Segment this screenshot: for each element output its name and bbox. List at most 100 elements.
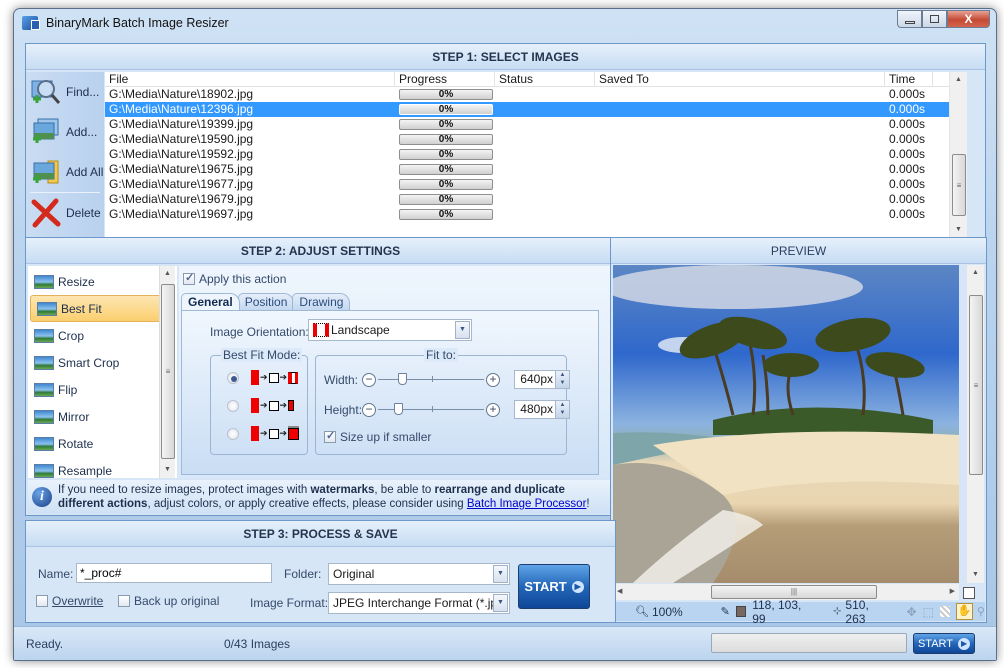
file-row[interactable]: G:\Media\Nature\18902.jpg 0% 0.000s (105, 87, 967, 102)
hand-tool-icon[interactable]: ✋ (956, 603, 973, 620)
format-select[interactable]: JPEG Interchange Format (*.jpg, ▼ (328, 592, 510, 614)
status-cell (495, 117, 595, 132)
action-item-flip[interactable]: Flip (28, 376, 177, 403)
fit-shrink-icon: ➔ ➔ (251, 398, 295, 413)
action-item-resize[interactable]: Resize (28, 268, 177, 295)
select-icon[interactable]: ⬚ (923, 605, 934, 619)
column-header-time[interactable]: Time (885, 72, 933, 86)
chevron-down-icon[interactable]: ▼ (493, 565, 508, 583)
action-item-best-fit[interactable]: Best Fit (30, 295, 175, 322)
scroll-thumb[interactable]: ≡ (952, 154, 966, 216)
statusbar-start-button[interactable]: START ▶ (913, 633, 975, 654)
action-list-scrollbar[interactable]: ▲ ≡ ▼ (159, 266, 175, 478)
action-item-rotate[interactable]: Rotate (28, 430, 177, 457)
folder-select[interactable]: Original ▼ (328, 563, 510, 585)
tab-position[interactable]: Position (237, 293, 295, 310)
width-input[interactable]: 640px ▲ ▼ (514, 370, 570, 389)
file-row[interactable]: G:\Media\Nature\12396.jpg 0% 0.000s (105, 102, 967, 117)
format-value: JPEG Interchange Format (*.jpg, (333, 596, 508, 610)
maximize-button[interactable] (922, 10, 947, 28)
resample-icon (34, 463, 54, 478)
file-row[interactable]: G:\Media\Nature\19679.jpg 0% 0.000s (105, 192, 967, 207)
apply-action-checkbox[interactable]: Apply this action (183, 271, 286, 286)
width-spin-buttons[interactable]: ▲ ▼ (555, 371, 569, 388)
step1-panel: STEP 1: SELECT IMAGES Find... Add... Add… (25, 43, 986, 239)
close-button[interactable]: X (947, 10, 990, 28)
width-slider[interactable] (378, 373, 484, 385)
width-slider-thumb[interactable] (398, 373, 407, 385)
preview-image[interactable] (613, 265, 959, 583)
scroll-thumb[interactable]: ≡ (969, 295, 983, 475)
scroll-thumb[interactable]: ≡ (161, 284, 175, 459)
preview-title: PREVIEW (611, 238, 986, 264)
file-row[interactable]: G:\Media\Nature\19697.jpg 0% 0.000s (105, 207, 967, 222)
add-all-button[interactable]: Add All (26, 152, 104, 192)
scroll-down-icon[interactable]: ▼ (950, 222, 967, 238)
overwrite-label: Overwrite (52, 594, 104, 608)
transparency-icon[interactable] (939, 606, 951, 617)
file-row[interactable]: G:\Media\Nature\19677.jpg 0% 0.000s (105, 177, 967, 192)
preview-vertical-scrollbar[interactable]: ▲ ≡ ▼ (967, 265, 984, 583)
find-button[interactable]: Find... (26, 72, 104, 112)
progress-cell: 0% (395, 132, 495, 147)
move-icon[interactable]: ✥ (907, 605, 917, 619)
width-increase-icon[interactable]: + (486, 372, 500, 387)
minimize-button[interactable] (897, 10, 922, 28)
image-list-rows: G:\Media\Nature\18902.jpg 0% 0.000s G:\Medi… (105, 87, 967, 222)
fit-mode-option-2[interactable]: ➔ ➔ (227, 398, 295, 413)
file-name: G:\Media\Nature\19592.jpg (109, 147, 254, 161)
batch-image-processor-link[interactable]: Batch Image Processor (467, 498, 587, 510)
saved-to-cell (595, 192, 885, 207)
scroll-up-icon[interactable]: ▲ (950, 72, 967, 88)
action-item-mirror[interactable]: Mirror (28, 403, 177, 430)
size-up-checkbox[interactable]: Size up if smaller (324, 429, 431, 444)
width-decrease-icon[interactable]: − (362, 372, 376, 387)
scroll-down-icon[interactable]: ▼ (160, 462, 175, 478)
height-spin-buttons[interactable]: ▲ ▼ (555, 401, 569, 418)
column-header-file[interactable]: File (105, 72, 395, 86)
backup-checkbox[interactable]: Back up original (118, 594, 219, 608)
column-header-progress[interactable]: Progress (395, 72, 495, 86)
overwrite-checkbox[interactable]: Overwrite (36, 594, 103, 608)
file-row[interactable]: G:\Media\Nature\19399.jpg 0% 0.000s (105, 117, 967, 132)
height-input[interactable]: 480px ▲ ▼ (514, 400, 570, 419)
progress-cell: 0% (395, 102, 495, 117)
status-bar: Ready. 0/43 Images START ▶ (14, 626, 996, 660)
file-row[interactable]: G:\Media\Nature\19592.jpg 0% 0.000s (105, 147, 967, 162)
orientation-label: Image Orientation: (210, 325, 309, 339)
fit-mode-option-1[interactable]: ➔ ➔ (227, 370, 299, 385)
app-icon (22, 16, 40, 30)
fit-window-toggle[interactable] (963, 587, 975, 599)
status-cell (495, 132, 595, 147)
height-decrease-icon[interactable]: − (362, 402, 376, 417)
name-input[interactable] (76, 563, 272, 583)
scroll-up-icon[interactable]: ▲ (967, 265, 984, 281)
fit-mode-option-3[interactable]: ➔ ➔ (227, 426, 300, 441)
file-row[interactable]: G:\Media\Nature\19590.jpg 0% 0.000s (105, 132, 967, 147)
scroll-up-icon[interactable]: ▲ (160, 266, 175, 282)
orientation-select[interactable]: Landscape ▼ (308, 319, 472, 341)
chevron-down-icon[interactable]: ▼ (493, 594, 508, 612)
action-item-smart-crop[interactable]: Smart Crop (28, 349, 177, 376)
height-slider[interactable] (378, 403, 484, 415)
saved-to-cell (595, 117, 885, 132)
add-button[interactable]: Add... (26, 112, 104, 152)
height-increase-icon[interactable]: + (486, 402, 500, 417)
image-list[interactable]: File Progress Status Saved To Time G:\Me… (105, 72, 967, 238)
tab-drawing[interactable]: Drawing (292, 293, 351, 310)
start-button[interactable]: START ▶ (518, 564, 590, 609)
saved-to-cell (595, 87, 885, 102)
scroll-right-icon[interactable]: ▶ (950, 584, 955, 600)
delete-button[interactable]: Delete (26, 193, 104, 233)
column-header-status[interactable]: Status (495, 72, 595, 86)
chevron-down-icon[interactable]: ▼ (455, 321, 470, 339)
scroll-left-icon[interactable]: ◀ (617, 584, 622, 600)
file-row[interactable]: G:\Media\Nature\19675.jpg 0% 0.000s (105, 162, 967, 177)
zoom-tool-icon[interactable]: ⚲ (977, 605, 985, 618)
image-list-scrollbar[interactable]: ▲ ≡ ▼ (949, 72, 967, 238)
action-item-crop[interactable]: Crop (28, 322, 177, 349)
height-slider-thumb[interactable] (394, 403, 403, 415)
scroll-down-icon[interactable]: ▼ (967, 567, 984, 583)
tab-general[interactable]: General (181, 293, 240, 310)
column-header-saved-to[interactable]: Saved To (595, 72, 885, 86)
